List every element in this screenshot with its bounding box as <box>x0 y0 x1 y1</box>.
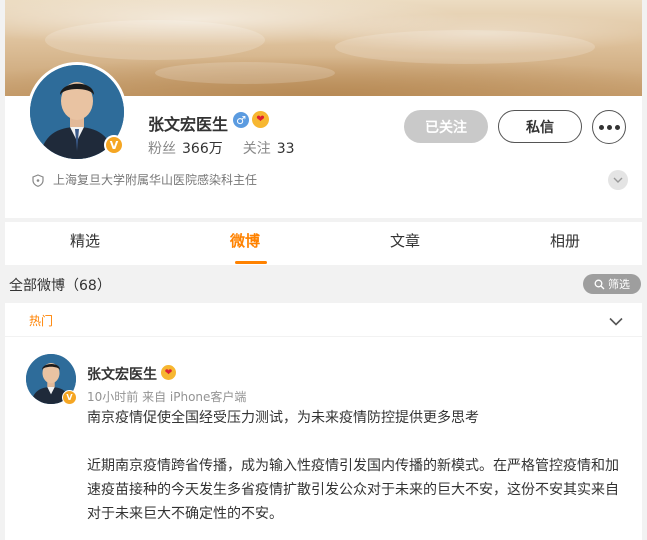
profile-avatar[interactable]: V <box>27 62 127 162</box>
followers-stat[interactable]: 粉丝 366万 <box>148 138 223 158</box>
bio-row: 上海复旦大学附属华山医院感染科主任 <box>5 160 642 218</box>
post-paragraph-line: 近期南京疫情跨省传播，成为输入性疫情引发国内传播的新模式。在严格管控疫情和加 <box>87 458 619 474</box>
tab-featured[interactable]: 精选 <box>70 230 100 251</box>
following-value: 33 <box>276 141 295 157</box>
post-card: V 张文宏医生 ❤ 10小时前 来自 iPhone客户端 南京疫情促使全国经受压… <box>5 337 642 540</box>
profile-tabs: 精选 微博 文章 相册 <box>5 222 642 265</box>
post-avatar[interactable]: V <box>26 354 77 405</box>
followers-label: 粉丝 <box>148 141 176 157</box>
post-meta: 10小时前 来自 iPhone客户端 <box>87 390 247 404</box>
tab-weibo[interactable]: 微博 <box>230 230 260 251</box>
tab-albums[interactable]: 相册 <box>550 230 580 251</box>
tab-articles[interactable]: 文章 <box>390 230 420 251</box>
chevron-down-icon <box>613 177 623 183</box>
feed-title: 全部微博（68） <box>9 278 111 294</box>
dot-icon <box>598 124 604 130</box>
verified-badge-icon: V <box>62 390 77 405</box>
more-options-button[interactable] <box>592 110 626 144</box>
search-icon <box>594 279 605 289</box>
hot-label: 热门 <box>29 314 54 328</box>
dot-icon <box>614 124 620 130</box>
filter-label: 筛选 <box>608 278 630 291</box>
profile-stats: 粉丝 366万 关注 33 <box>148 138 295 158</box>
bio-text: 上海复旦大学附属华山医院感染科主任 <box>53 173 258 187</box>
message-button[interactable]: 私信 <box>498 110 582 143</box>
following-label: 关注 <box>242 141 271 157</box>
following-stat[interactable]: 关注 33 <box>243 138 295 158</box>
feed-header: 全部微博（68） 筛选 <box>0 268 647 300</box>
verified-badge-icon: V <box>104 135 124 155</box>
shield-icon <box>32 172 44 191</box>
followed-button[interactable]: 已关注 <box>404 110 488 143</box>
followers-value: 366万 <box>182 141 223 157</box>
heart-emoji-icon: ❤ <box>161 365 176 380</box>
chevron-down-icon <box>609 311 623 330</box>
expand-bio-button[interactable] <box>608 170 628 190</box>
filter-button[interactable]: 筛选 <box>583 274 641 294</box>
active-tab-indicator <box>235 261 267 264</box>
male-gender-icon: ♂ <box>233 112 249 128</box>
post-author[interactable]: 张文宏医生 <box>87 364 157 384</box>
post-paragraph-line: 对于未来巨大不确定性的不安。 <box>87 506 283 522</box>
dot-icon <box>606 124 612 130</box>
profile-name: 张文宏医生 <box>148 115 229 134</box>
post-paragraph: 南京疫情促使全国经受压力测试，为未来疫情防控提供更多思考 <box>87 410 479 426</box>
hot-sort-row[interactable]: 热门 <box>5 303 642 336</box>
post-paragraph-line: 速疫苗接种的今天发生多省疫情扩散引发公众对于未来的巨大不安，这份不安其实来自 <box>87 482 619 498</box>
heart-emoji-icon: ❤ <box>252 111 269 128</box>
